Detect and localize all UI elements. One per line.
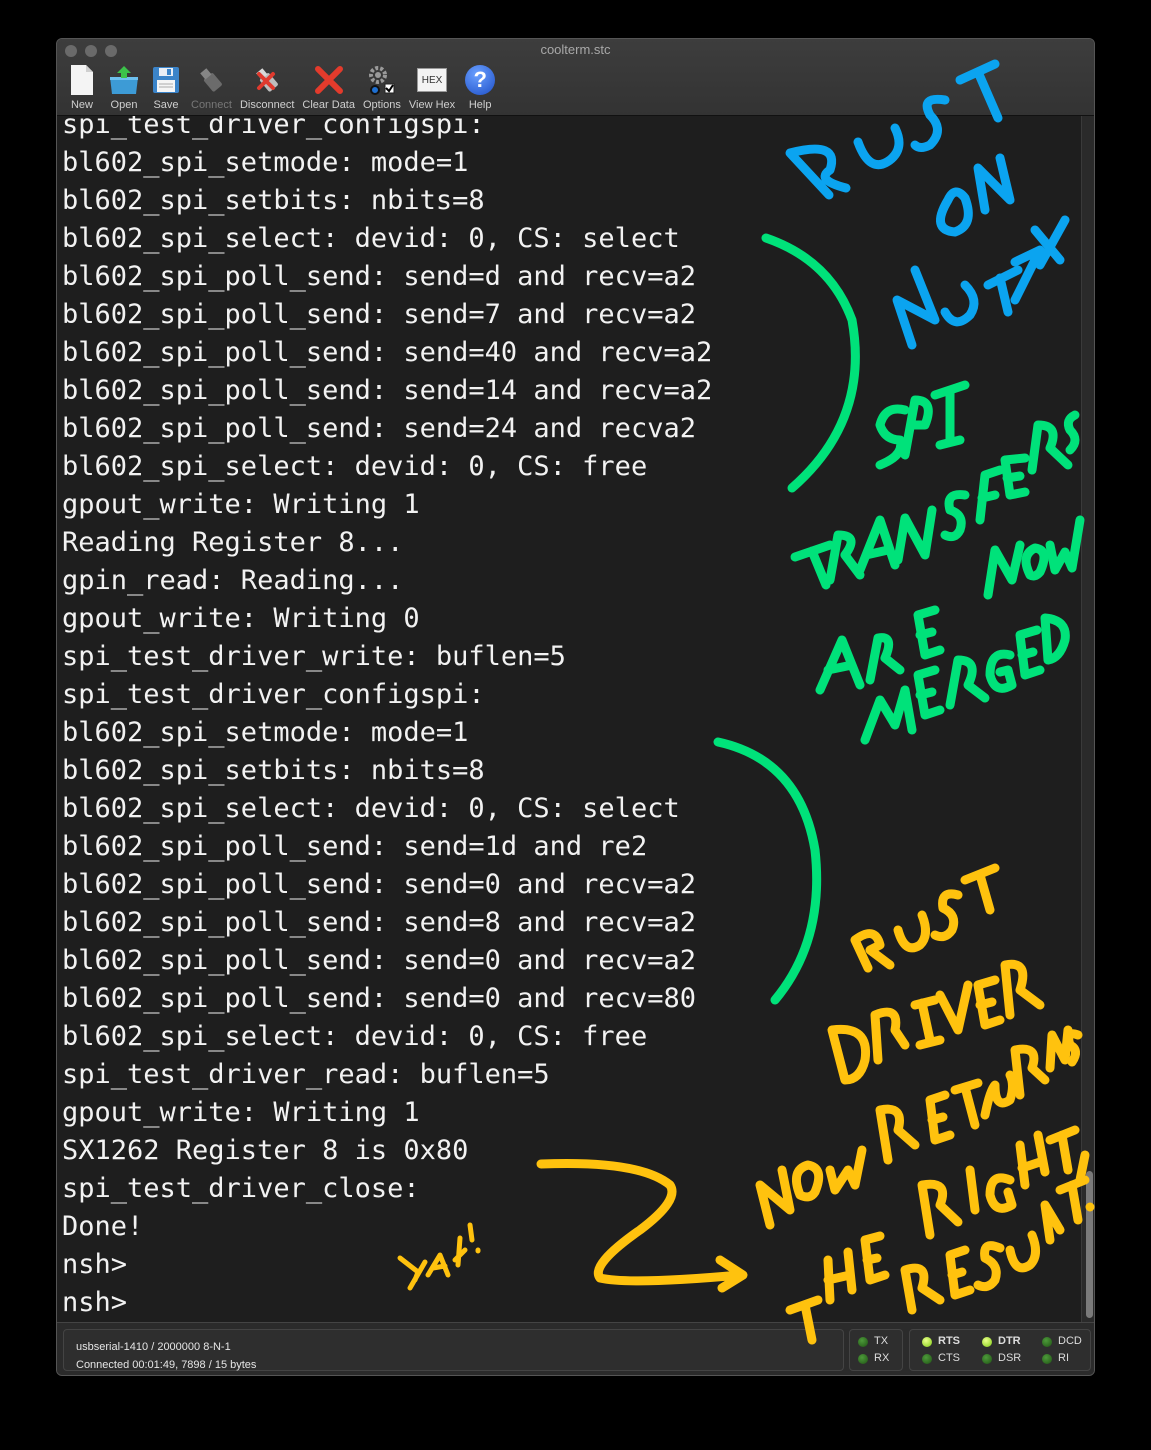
terminal-line: spi_test_driver_configspi: bbox=[62, 679, 485, 710]
disconnect-button[interactable]: Disconnect bbox=[236, 63, 298, 111]
toolbar: New Open Save Connect Disconnect Clear D… bbox=[61, 63, 501, 111]
question-mark-icon: ? bbox=[463, 63, 497, 97]
terminal-line: nsh> bbox=[62, 1249, 128, 1280]
new-label: New bbox=[70, 99, 93, 111]
terminal-line: bl602_spi_select: devid: 0, CS: select bbox=[62, 793, 680, 824]
dsr-led-icon bbox=[982, 1354, 992, 1364]
connect-button[interactable]: Connect bbox=[187, 63, 236, 111]
terminal-output[interactable]: spi_test_driver_configspi: bl602_spi_setm… bbox=[57, 116, 1081, 1322]
terminal-line: bl602_spi_poll_send: send=d and recv=a2 bbox=[62, 261, 696, 292]
rx-label: RX bbox=[874, 1352, 890, 1364]
terminal-line: bl602_spi_setmode: mode=1 bbox=[62, 717, 469, 748]
save-label: Save bbox=[153, 99, 179, 111]
connect-label: Connect bbox=[191, 99, 232, 111]
terminal-line: bl602_spi_select: devid: 0, CS: select bbox=[62, 223, 680, 254]
terminal-line: spi_test_driver_close: bbox=[62, 1173, 420, 1204]
vertical-scrollbar[interactable] bbox=[1081, 116, 1094, 1322]
terminal-line: nsh> bbox=[62, 1287, 128, 1318]
terminal-line: bl602_spi_poll_send: send=24 and recva2 bbox=[62, 413, 696, 444]
disconnect-plug-icon bbox=[250, 63, 284, 97]
usb-plug-icon bbox=[194, 63, 228, 97]
terminal-line: bl602_spi_select: devid: 0, CS: free bbox=[62, 451, 648, 482]
signal-lines-panel: RTS DTR DCD CTS DSR RI bbox=[909, 1329, 1091, 1371]
hex-icon: HEX bbox=[415, 63, 449, 97]
view-hex-label: View Hex bbox=[408, 99, 456, 111]
rx-led-icon bbox=[858, 1354, 868, 1364]
terminal-line: bl602_spi_poll_send: send=14 and recv=a2 bbox=[62, 375, 713, 406]
ri-led-icon bbox=[1042, 1354, 1052, 1364]
tx-label: TX bbox=[874, 1335, 889, 1347]
help-label: Help bbox=[468, 99, 492, 111]
rts-label: RTS bbox=[938, 1335, 960, 1347]
red-x-icon bbox=[312, 63, 346, 97]
connection-info-panel: usbserial-1410 / 2000000 8-N-1 Connected… bbox=[63, 1329, 844, 1371]
disconnect-label: Disconnect bbox=[239, 99, 295, 111]
terminal-line: spi_test_driver_write: buflen=5 bbox=[62, 641, 566, 672]
connection-status: Connected 00:01:49, 7898 / 15 bytes bbox=[76, 1359, 257, 1371]
help-glyph: ? bbox=[465, 65, 496, 95]
terminal-line: Done! bbox=[62, 1211, 144, 1242]
cts-label: CTS bbox=[938, 1352, 960, 1364]
tx-rx-panel: TX RX bbox=[849, 1329, 903, 1371]
hex-glyph: HEX bbox=[417, 68, 448, 92]
new-file-icon bbox=[65, 63, 99, 97]
dtr-led-icon bbox=[982, 1337, 992, 1347]
options-label: Options bbox=[362, 99, 401, 111]
terminal-line: bl602_spi_select: devid: 0, CS: free bbox=[62, 1021, 648, 1052]
terminal-line: bl602_spi_setbits: nbits=8 bbox=[62, 185, 485, 216]
terminal-line: SX1262 Register 8 is 0x80 bbox=[62, 1135, 469, 1166]
terminal-line: bl602_spi_poll_send: send=7 and recv=a2 bbox=[62, 299, 696, 330]
view-hex-button[interactable]: HEX View Hex bbox=[405, 63, 459, 111]
open-label: Open bbox=[110, 99, 138, 111]
clear-data-label: Clear Data bbox=[302, 99, 355, 111]
terminal-line: gpin_read: Reading... bbox=[62, 565, 404, 596]
gears-icon bbox=[365, 63, 399, 97]
terminal-line: spi_test_driver_read: buflen=5 bbox=[62, 1059, 550, 1090]
open-button[interactable]: Open bbox=[103, 63, 145, 111]
terminal-line: bl602_spi_poll_send: send=0 and recv=a2 bbox=[62, 945, 696, 976]
terminal-line: bl602_spi_setmode: mode=1 bbox=[62, 147, 469, 178]
dtr-label: DTR bbox=[998, 1335, 1021, 1347]
title-bar: coolterm.stc New Open Save Connect Disco… bbox=[57, 39, 1094, 116]
clear-data-button[interactable]: Clear Data bbox=[298, 63, 359, 111]
save-button[interactable]: Save bbox=[145, 63, 187, 111]
tx-led-icon bbox=[858, 1337, 868, 1347]
port-settings: usbserial-1410 / 2000000 8-N-1 bbox=[76, 1341, 231, 1353]
dcd-label: DCD bbox=[1058, 1335, 1082, 1347]
coolterm-window: coolterm.stc New Open Save Connect Disco… bbox=[56, 38, 1095, 1376]
ri-label: RI bbox=[1058, 1352, 1069, 1364]
status-bar: usbserial-1410 / 2000000 8-N-1 Connected… bbox=[57, 1322, 1094, 1375]
terminal-lines: spi_test_driver_configspi: bl602_spi_setm… bbox=[62, 116, 712, 1322]
scrollbar-thumb[interactable] bbox=[1086, 1171, 1093, 1318]
terminal-line: gpout_write: Writing 1 bbox=[62, 1097, 420, 1128]
options-button[interactable]: Options bbox=[359, 63, 405, 111]
open-folder-icon bbox=[107, 63, 141, 97]
terminal-line: bl602_spi_poll_send: send=1d and re2 bbox=[62, 831, 648, 862]
new-button[interactable]: New bbox=[61, 63, 103, 111]
cts-led-icon bbox=[922, 1354, 932, 1364]
terminal-line: bl602_spi_poll_send: send=8 and recv=a2 bbox=[62, 907, 696, 938]
window-title: coolterm.stc bbox=[540, 42, 611, 57]
terminal-line: gpout_write: Writing 1 bbox=[62, 489, 420, 520]
terminal-line: bl602_spi_poll_send: send=0 and recv=80 bbox=[62, 983, 696, 1014]
help-button[interactable]: ? Help bbox=[459, 63, 501, 111]
terminal-line: Reading Register 8... bbox=[62, 527, 404, 558]
floppy-disk-icon bbox=[149, 63, 183, 97]
terminal-line: bl602_spi_poll_send: send=40 and recv=a2 bbox=[62, 337, 713, 368]
terminal-line: gpout_write: Writing 0 bbox=[62, 603, 420, 634]
rts-led-icon bbox=[922, 1337, 932, 1347]
terminal-line: bl602_spi_poll_send: send=0 and recv=a2 bbox=[62, 869, 696, 900]
terminal-line: spi_test_driver_configspi: bbox=[62, 116, 485, 140]
dcd-led-icon bbox=[1042, 1337, 1052, 1347]
dsr-label: DSR bbox=[998, 1352, 1022, 1364]
terminal-line: bl602_spi_setbits: nbits=8 bbox=[62, 755, 485, 786]
